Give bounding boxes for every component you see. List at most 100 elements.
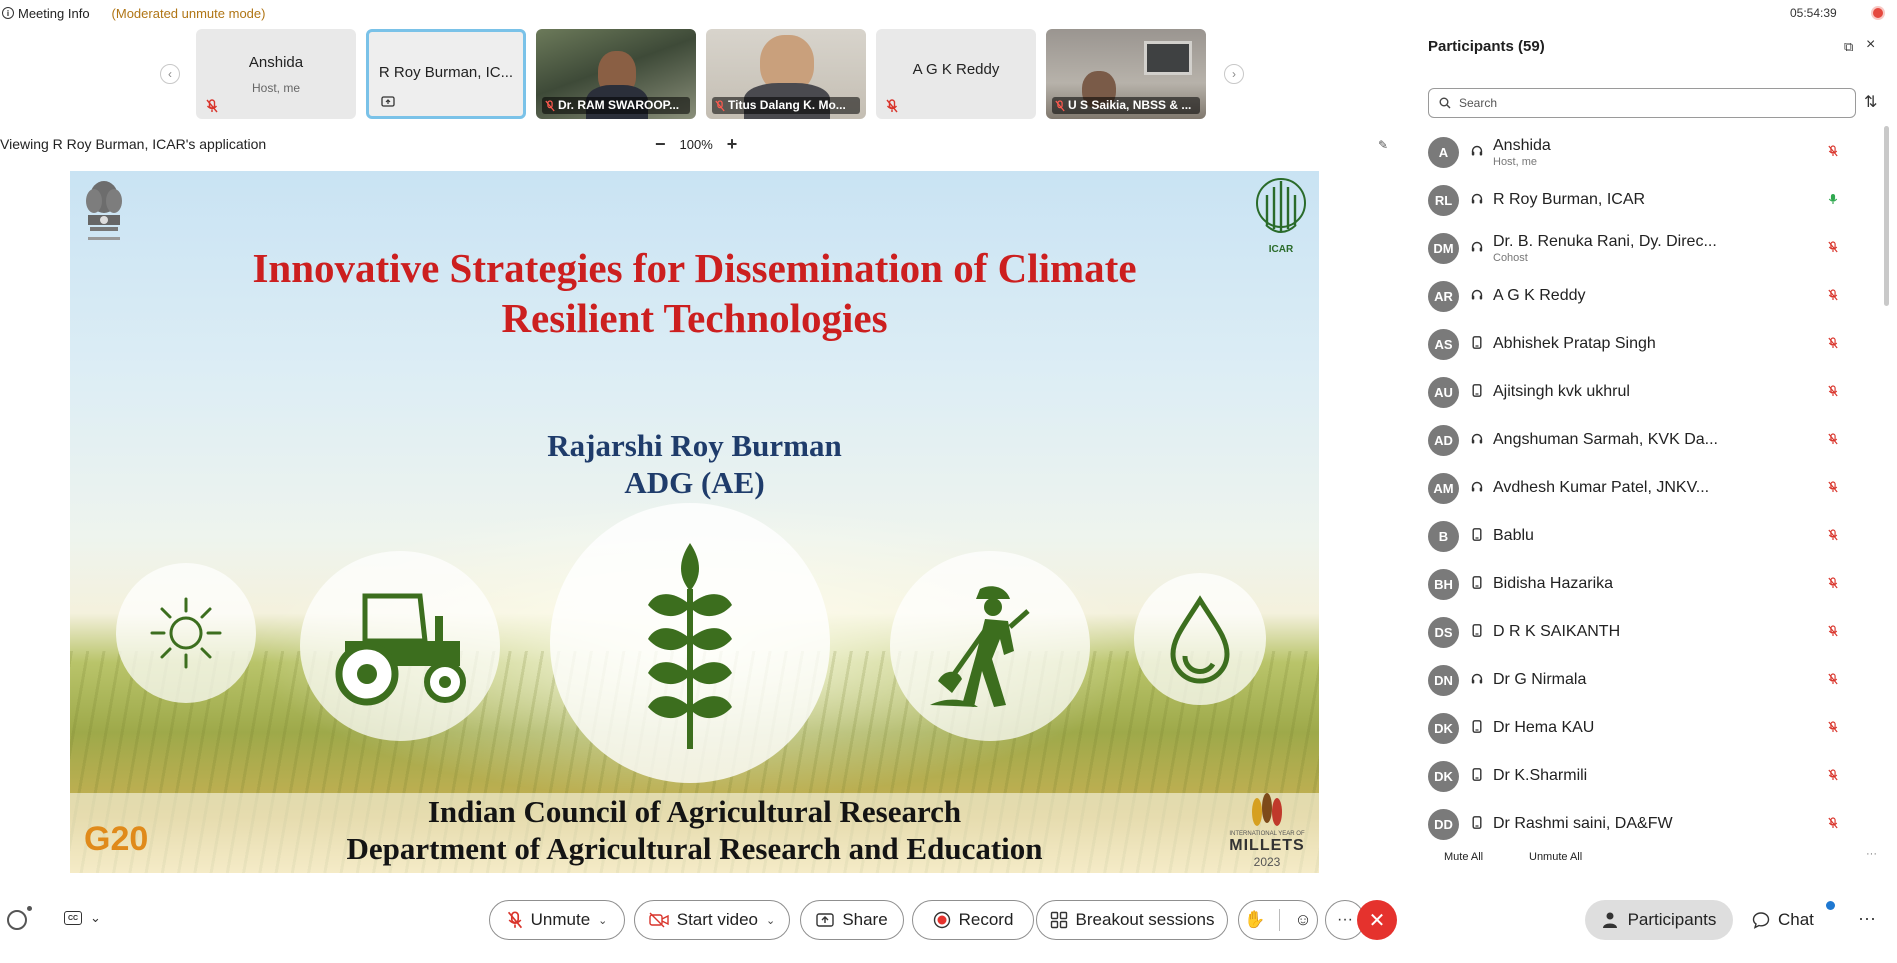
thumbnails-next-button[interactable]: › [1224, 64, 1244, 84]
mic-muted-icon[interactable] [1828, 336, 1838, 353]
mic-muted-icon[interactable] [1828, 672, 1838, 689]
leave-meeting-button[interactable]: ✕ [1357, 900, 1397, 940]
headset-icon [1471, 193, 1483, 208]
mic-muted-icon [1055, 100, 1065, 112]
participant-row[interactable]: DK Dr Hema KAU [1428, 704, 1858, 752]
search-input[interactable] [1459, 96, 1839, 110]
thumbnail-ram-swaroop[interactable]: Dr. RAM SWAROOP... [536, 29, 696, 119]
breakout-sessions-button[interactable]: Breakout sessions [1036, 900, 1228, 940]
phone-icon [1471, 720, 1483, 736]
unmute-button[interactable]: Unmute ⌄ [489, 900, 625, 940]
participant-info: Dr. B. Renuka Rani, Dy. Direc... Cohost [1493, 233, 1717, 264]
mic-muted-icon[interactable] [1828, 240, 1838, 257]
thumbnail-name: A G K Reddy [912, 61, 1000, 78]
chevron-right-icon: › [1232, 67, 1236, 81]
participant-row[interactable]: B Bablu [1428, 512, 1858, 560]
unmute-label: Unmute [530, 910, 591, 929]
captions-button[interactable]: CC ⌄ [64, 910, 101, 926]
meeting-info-button[interactable]: i Meeting Info [2, 6, 90, 21]
popout-icon[interactable]: ⧉ [1844, 39, 1853, 55]
water-drop-icon [1170, 595, 1230, 684]
share-screen-icon [816, 913, 835, 927]
thumbnail-anshida[interactable]: Anshida Host, me [196, 29, 356, 119]
mic-muted-icon[interactable] [1828, 528, 1838, 545]
avatar: RL [1428, 184, 1459, 216]
recording-indicator-icon[interactable] [1871, 6, 1885, 20]
participant-row[interactable]: BH Bidisha Hazarika [1428, 560, 1858, 608]
thumbnail-titus-dalang[interactable]: Titus Dalang K. Mo... [706, 29, 866, 119]
close-icon[interactable]: × [1866, 36, 1875, 54]
more-icon[interactable]: ··· [1858, 908, 1876, 929]
breakout-icon [1050, 911, 1067, 929]
participant-name: Dr G Nirmala [1493, 671, 1587, 688]
zoom-in-button[interactable]: + [727, 134, 738, 155]
unmute-all-button[interactable]: Unmute All [1529, 851, 1582, 863]
participants-search[interactable] [1428, 88, 1856, 118]
participant-row[interactable]: DK Dr K.Sharmili [1428, 752, 1858, 800]
participant-row[interactable]: AU Ajitsingh kvk ukhrul [1428, 368, 1858, 416]
org-line1: Indian Council of Agricultural Research [427, 794, 962, 829]
participants-button[interactable]: Participants [1585, 900, 1733, 940]
thumbnail-agk-reddy[interactable]: A G K Reddy [876, 29, 1036, 119]
close-icon: ✕ [1368, 909, 1386, 932]
slide-title: Innovative Strategies for Dissemination … [70, 243, 1319, 343]
sun-icon [150, 597, 222, 669]
sort-icon[interactable]: ⇅ [1864, 92, 1877, 112]
millets-year: 2023 [1253, 855, 1281, 869]
participant-name: Dr. B. Renuka Rani, Dy. Direc... [1493, 232, 1717, 250]
start-video-button[interactable]: Start video ⌄ [634, 900, 790, 940]
mic-muted-icon[interactable] [1828, 480, 1838, 497]
participant-name: A G K Reddy [1493, 287, 1586, 304]
participant-info: D R K SAIKANTH [1493, 623, 1620, 641]
mic-muted-icon[interactable] [1828, 768, 1838, 785]
mic-muted-icon[interactable] [1828, 384, 1838, 401]
status-icon[interactable] [7, 910, 27, 930]
thumbnail-roy-burman[interactable]: R Roy Burman, IC... [366, 29, 526, 119]
icar-wheat-icon [1256, 178, 1306, 233]
slide-organisation: Indian Council of Agricultural Research … [70, 793, 1319, 867]
participant-row[interactable]: AR A G K Reddy [1428, 272, 1858, 320]
participant-row[interactable]: DM Dr. B. Renuka Rani, Dy. Direc... Cohost [1428, 224, 1858, 272]
thumbnail-label: Dr. RAM SWAROOP... [542, 97, 690, 114]
avatar: DK [1428, 712, 1459, 744]
participants-more-icon[interactable]: ··· [1866, 848, 1877, 860]
zoom-out-button[interactable]: − [655, 134, 666, 155]
participants-scrollbar[interactable] [1884, 126, 1889, 306]
meeting-clock: 05:54:39 [1790, 6, 1837, 20]
participant-row[interactable]: A Anshida Host, me [1428, 128, 1858, 176]
participant-row[interactable]: RL R Roy Burman, ICAR [1428, 176, 1858, 224]
millets-label: MILLETS [1229, 837, 1305, 854]
annotate-icon[interactable]: ✎ [1378, 138, 1388, 152]
mic-muted-icon[interactable] [1828, 816, 1838, 833]
raise-hand-icon[interactable]: ✋ [1244, 910, 1265, 930]
record-button[interactable]: Record [912, 900, 1034, 940]
participant-row[interactable]: DN Dr G Nirmala [1428, 656, 1858, 704]
participant-name: Dr Rashmi saini, DA&FW [1493, 815, 1673, 832]
mic-muted-icon[interactable] [1828, 624, 1838, 641]
moderated-mode-label: (Moderated unmute mode) [111, 5, 266, 21]
farmer-digging-icon [930, 586, 1030, 707]
thumbnails-prev-button[interactable]: ‹ [160, 64, 180, 84]
participant-row[interactable]: DS D R K SAIKANTH [1428, 608, 1858, 656]
captions-icon: CC [64, 911, 82, 925]
mic-muted-icon[interactable] [1828, 432, 1838, 449]
participant-row[interactable]: AD Angshuman Sarmah, KVK Da... [1428, 416, 1858, 464]
participant-row[interactable]: AM Avdhesh Kumar Patel, JNKV... [1428, 464, 1858, 512]
start-video-label: Start video [676, 910, 759, 929]
mic-active-icon[interactable] [1828, 192, 1838, 209]
chat-button[interactable]: Chat [1752, 900, 1814, 940]
thumbnail-name: Titus Dalang K. Mo... [728, 98, 846, 112]
emoji-reaction-icon[interactable]: ☺ [1294, 910, 1311, 930]
mute-all-button[interactable]: Mute All [1444, 851, 1483, 863]
phone-icon [1471, 816, 1483, 832]
participant-row[interactable]: DD Dr Rashmi saini, DA&FW [1428, 800, 1858, 840]
participant-name: Dr Hema KAU [1493, 719, 1595, 736]
wheat-circle [550, 503, 830, 783]
thumbnail-us-saikia[interactable]: U S Saikia, NBSS & ... [1046, 29, 1206, 119]
mic-muted-icon[interactable] [1828, 720, 1838, 737]
mic-muted-icon[interactable] [1828, 576, 1838, 593]
participant-row[interactable]: AS Abhishek Pratap Singh [1428, 320, 1858, 368]
mic-muted-icon[interactable] [1828, 288, 1838, 305]
mic-muted-icon[interactable] [1828, 144, 1838, 161]
share-button[interactable]: Share [800, 900, 904, 940]
